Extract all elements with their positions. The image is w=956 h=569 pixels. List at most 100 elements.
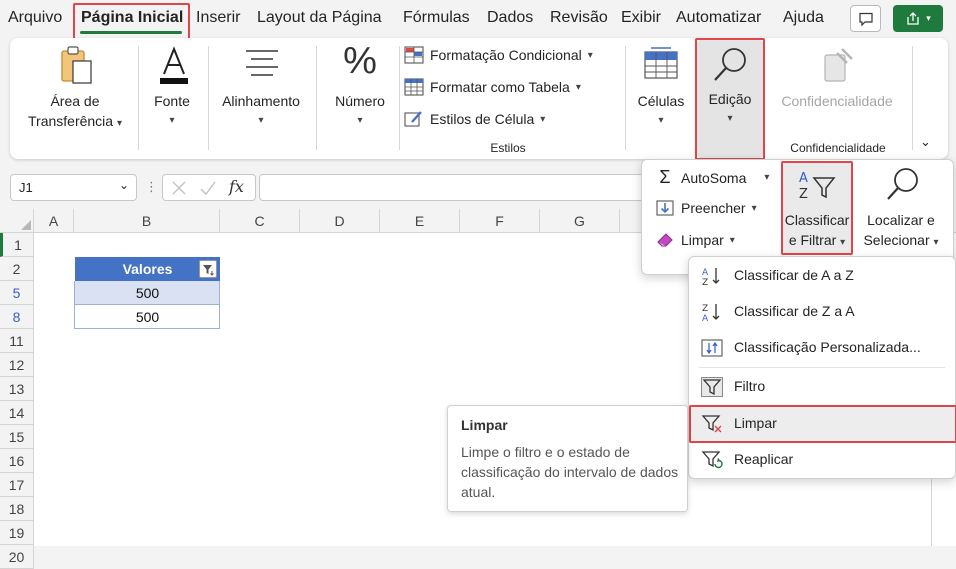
tab-dados[interactable]: Dados [487, 9, 533, 27]
table-cell-b8[interactable]: 500 [75, 305, 220, 329]
cancel-icon[interactable] [171, 180, 187, 196]
ribbon-expand-chevron-icon[interactable]: ⌄ [920, 134, 931, 150]
row-header-14[interactable]: 14 [0, 401, 34, 425]
sort-z-a-icon: Z A [702, 304, 720, 322]
highlight-sort-filter [781, 161, 853, 255]
fill-button[interactable]: Preencher ▾ [655, 199, 757, 217]
sensitivity-icon [824, 48, 853, 82]
row-header-11[interactable]: 11 [0, 329, 34, 353]
table-header-valores[interactable]: Valores [75, 257, 220, 281]
chevron-down-icon: ▾ [926, 13, 931, 23]
sigma-icon: Σ [659, 167, 671, 187]
share-button[interactable]: ▾ [893, 5, 943, 32]
filter-dropdown-button[interactable] [199, 260, 217, 278]
custom-sort-item[interactable]: Classificação Personalizada... [689, 330, 955, 366]
column-header-a[interactable]: A [34, 209, 74, 233]
name-box[interactable]: J1 ⌄ [10, 174, 137, 201]
table-cell-b5[interactable]: 500 [75, 281, 220, 305]
comments-button[interactable] [850, 5, 881, 32]
tooltip-title: Limpar [461, 417, 508, 433]
cell-styles-button[interactable]: Estilos de Célula ▾ [404, 110, 545, 128]
enter-check-icon[interactable] [199, 180, 217, 196]
clear-button[interactable]: Limpar ▾ [655, 231, 735, 249]
row-header-8[interactable]: 8 [0, 305, 34, 329]
row-header-2[interactable]: 2 [0, 257, 34, 281]
find-select-button[interactable]: Localizar e Selecionar ▾ [855, 162, 947, 254]
conditional-formatting-icon [404, 46, 424, 64]
alignment-button[interactable]: Alinhamento ▾ [213, 42, 309, 150]
chevron-down-icon: ▾ [116, 118, 122, 129]
tab-automatizar[interactable]: Automatizar [676, 9, 761, 27]
column-header-d[interactable]: D [300, 209, 380, 233]
row-header-19[interactable]: 19 [0, 521, 34, 545]
sort-a-to-z-label: Classificar de A a Z [734, 267, 854, 283]
row-header-16[interactable]: 16 [0, 449, 34, 473]
svg-text:Z: Z [702, 304, 708, 314]
tab-arquivo[interactable]: Arquivo [8, 9, 62, 27]
row-header-17[interactable]: 17 [0, 473, 34, 497]
tab-exibir[interactable]: Exibir [621, 9, 661, 27]
tooltip-body: Limpe o filtro e o estado de classificaç… [461, 444, 679, 500]
divider [912, 46, 913, 150]
row-header-13[interactable]: 13 [0, 377, 34, 401]
tab-formulas[interactable]: Fórmulas [403, 9, 470, 27]
svg-text:Z: Z [702, 278, 708, 286]
row-header-18[interactable]: 18 [0, 497, 34, 521]
format-as-table-button[interactable]: Formatar como Tabela ▾ [404, 78, 581, 96]
ribbon: Área de Transferência ▾ Fonte ▾ Alinhame… [10, 38, 948, 160]
autosum-label: AutoSoma [681, 169, 747, 186]
tab-ajuda[interactable]: Ajuda [783, 9, 824, 27]
styles-group-label: Estilos [490, 141, 526, 155]
sensitivity-button[interactable]: Confidencialidade [772, 42, 902, 128]
row-header-12[interactable]: 12 [0, 353, 34, 377]
chevron-down-icon: ▾ [933, 237, 939, 248]
chevron-down-icon: ▾ [169, 115, 175, 126]
tab-inserir[interactable]: Inserir [196, 9, 240, 27]
number-button[interactable]: % Número ▾ [320, 40, 400, 150]
sensitivity-label: Confidencialidade [781, 93, 893, 109]
custom-sort-icon [701, 339, 723, 357]
reapply-item[interactable]: Reaplicar [689, 442, 955, 478]
sort-a-to-z-item[interactable]: A Z Classificar de A a Z [689, 258, 955, 294]
row-header-15[interactable]: 15 [0, 425, 34, 449]
chevron-down-icon: ▾ [658, 115, 664, 126]
tab-revisao[interactable]: Revisão [550, 9, 608, 27]
find-magnifier-icon [887, 168, 918, 200]
clipboard-button[interactable]: Área de Transferência ▾ [18, 42, 132, 150]
sensitivity-group-label: Confidencialidade [790, 141, 886, 155]
chevron-down-icon: ▾ [729, 234, 735, 246]
select-all-corner[interactable] [0, 209, 34, 233]
sort-filter-menu: A Z Classificar de A a Z Z A Classificar… [688, 256, 956, 479]
align-icon [246, 50, 278, 76]
column-header-g[interactable]: G [540, 209, 620, 233]
row-header-20[interactable]: 20 [0, 545, 34, 569]
divider [625, 46, 626, 150]
sort-z-to-a-item[interactable]: Z A Classificar de Z a A [689, 294, 955, 330]
conditional-formatting-label: Formatação Condicional [430, 47, 582, 63]
fill-label: Preencher [681, 200, 746, 216]
alignment-label: Alinhamento [222, 93, 300, 109]
column-header-c[interactable]: C [220, 209, 300, 233]
insert-function-button[interactable]: fx [229, 177, 244, 196]
font-button[interactable]: Fonte ▾ [144, 42, 200, 150]
column-header-b[interactable]: B [74, 209, 220, 233]
column-header-f[interactable]: F [460, 209, 540, 233]
column-header-e[interactable]: E [380, 209, 460, 233]
tab-layout-da-pagina[interactable]: Layout da Página [257, 9, 382, 27]
select-all-triangle-icon [21, 220, 31, 230]
formula-input[interactable] [259, 174, 679, 201]
cells-button[interactable]: Células ▾ [630, 42, 692, 150]
font-label: Fonte [154, 93, 190, 109]
filter-item[interactable]: Filtro [689, 369, 955, 405]
chevron-down-icon: ▾ [258, 115, 264, 126]
find-select-label-1: Localizar e [867, 212, 935, 228]
conditional-formatting-button[interactable]: Formatação Condicional ▾ [404, 46, 593, 64]
name-box-value: J1 [19, 180, 33, 195]
clear-tooltip: Limpar Limpe o filtro e o estado de clas… [447, 405, 688, 512]
percent-icon: % [343, 40, 377, 82]
row-header-5[interactable]: 5 [0, 281, 34, 305]
highlight-clear-filter [689, 405, 956, 443]
share-icon [907, 11, 919, 25]
row-header-1[interactable]: 1 [0, 233, 34, 257]
autosum-button[interactable]: Σ AutoSoma ▾ [655, 167, 769, 188]
